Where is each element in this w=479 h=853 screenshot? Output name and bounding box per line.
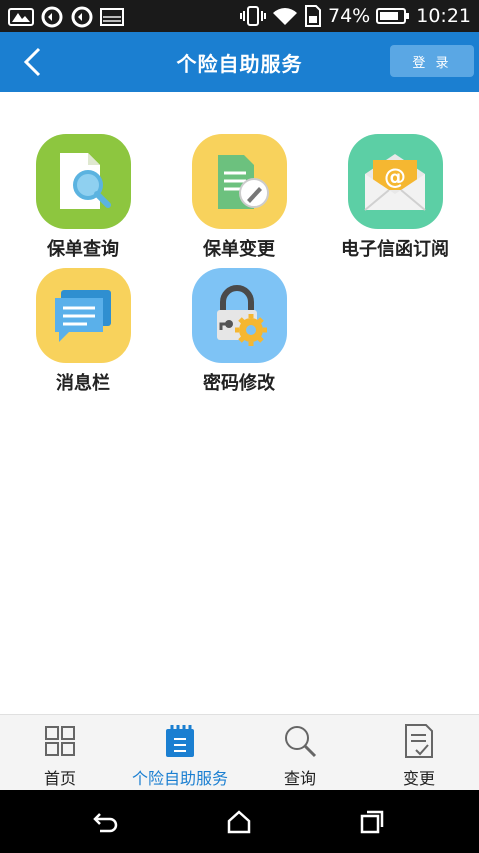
tile-policy-change[interactable]: 保单变更 (164, 134, 314, 261)
tile-password-change[interactable]: 密码修改 (164, 268, 314, 395)
tile-icon-box: @ (347, 134, 443, 229)
tile-policy-query[interactable]: 保单查询 (8, 134, 158, 261)
sim-icon (305, 5, 321, 27)
status-right: 74% 10:21 (240, 4, 471, 28)
tile-email-subscription[interactable]: @ 电子信函订阅 (320, 134, 470, 261)
document-search-icon (60, 152, 111, 209)
tile-icon-box (191, 268, 287, 363)
app-header: 个险自助服务 登 录 (0, 32, 479, 92)
login-button[interactable]: 登 录 (390, 45, 474, 77)
notepad-icon (166, 725, 194, 757)
battery-percent: 74% (328, 5, 371, 27)
document-edit-icon (218, 154, 269, 209)
system-home-button[interactable] (219, 806, 259, 838)
nav-query[interactable]: 查询 (240, 721, 360, 789)
tile-icon-box (191, 134, 287, 229)
email-icon: @ (364, 153, 426, 211)
sync-icon (41, 6, 63, 28)
nav-home[interactable]: 首页 (0, 721, 120, 789)
image-icon (100, 8, 124, 26)
battery-icon (376, 8, 410, 24)
bottom-nav: 首页 个险自助服务 查询 变更 (0, 714, 479, 791)
search-icon (285, 726, 317, 758)
home-icon (227, 810, 251, 834)
status-bar: 74% 10:21 (0, 0, 479, 32)
recents-icon (360, 810, 384, 834)
tile-label: 保单变更 (203, 239, 275, 260)
nav-label: 首页 (43, 769, 76, 788)
wifi-icon (273, 8, 297, 25)
system-back-button[interactable] (86, 806, 126, 838)
tile-label: 密码修改 (203, 373, 275, 394)
nav-label: 查询 (283, 769, 316, 788)
tile-messages[interactable]: 消息栏 (8, 268, 158, 395)
clock: 10:21 (416, 5, 471, 27)
tile-icon-box (35, 134, 131, 229)
grid-icon (45, 726, 75, 756)
lock-gear-icon (217, 284, 267, 346)
nav-self-service[interactable]: 个险自助服务 (120, 721, 240, 789)
nav-change[interactable]: 变更 (359, 721, 479, 789)
photo-icon (8, 8, 34, 26)
document-check-icon (405, 724, 433, 758)
tile-label: 消息栏 (56, 373, 110, 394)
status-left-icons (8, 5, 124, 29)
nav-label: 变更 (402, 769, 435, 788)
message-icon (55, 289, 111, 342)
nav-label: 个险自助服务 (131, 769, 228, 788)
svg-text:@: @ (384, 165, 406, 190)
vibrate-icon (240, 6, 266, 26)
system-recents-button[interactable] (352, 806, 392, 838)
tile-label: 保单查询 (47, 239, 119, 260)
tile-label: 电子信函订阅 (341, 239, 449, 260)
back-icon (93, 813, 118, 833)
sync-icon (71, 6, 93, 28)
tile-icon-box (35, 268, 131, 363)
system-nav-bar (0, 790, 479, 853)
